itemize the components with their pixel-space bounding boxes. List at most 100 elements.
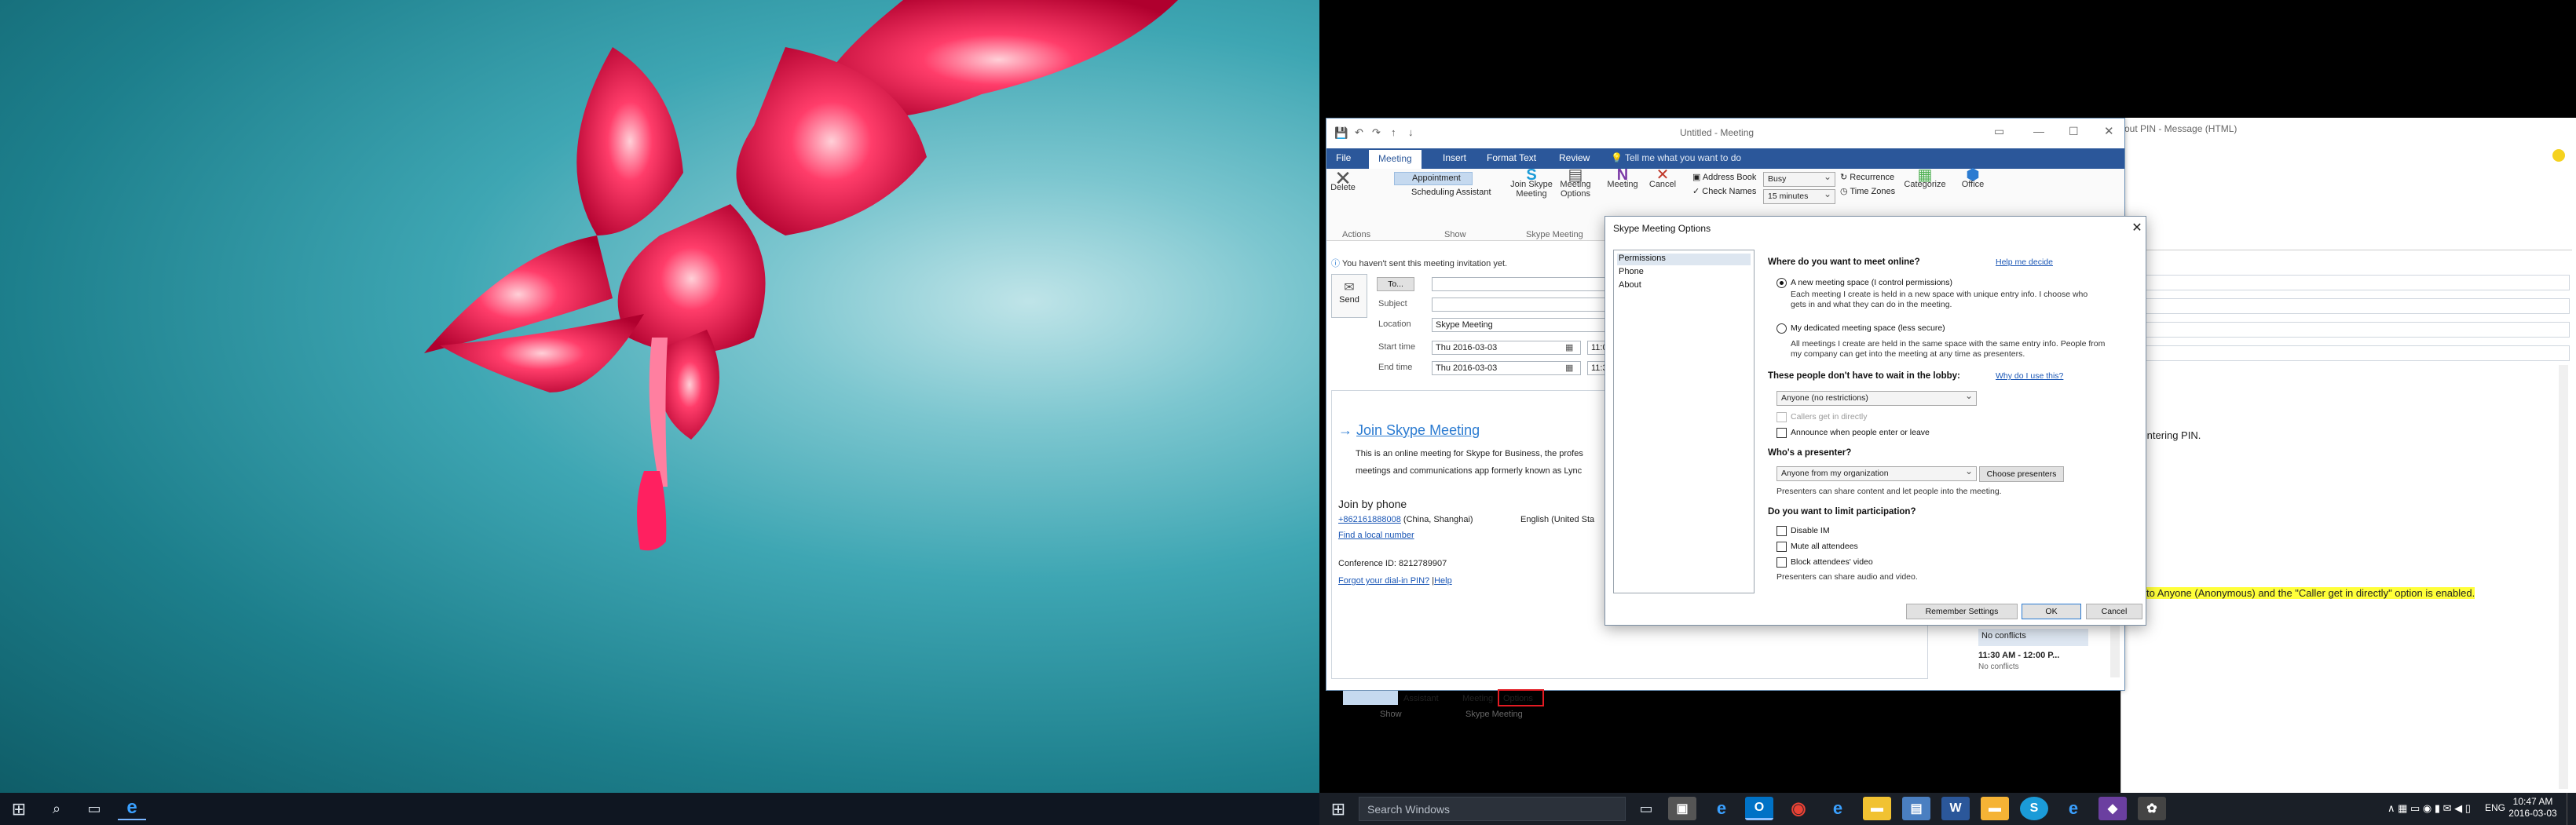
meeting-options-button[interactable]: ▤ Meeting Options (1556, 167, 1595, 199)
tell-me-input[interactable]: Tell me what you want to do (1625, 152, 1741, 163)
edge-icon[interactable]: e (2059, 797, 2088, 820)
lobby-dropdown[interactable]: Anyone (no restrictions) (1776, 390, 1977, 406)
search-input[interactable]: Search Windows (1359, 797, 1626, 821)
tab-file[interactable]: File (1336, 152, 1351, 163)
nav-phone[interactable]: Phone (1617, 267, 1751, 279)
message-field[interactable] (2130, 298, 2570, 314)
delete-button[interactable]: ✕ Delete (1330, 168, 1356, 192)
search-icon[interactable]: ⌕ (38, 793, 75, 825)
send-button[interactable]: ✉ Send (1331, 274, 1367, 318)
recurrence-button[interactable]: ↻ Recurrence (1840, 172, 1894, 182)
subject-field[interactable] (1432, 298, 1620, 312)
windows-start-icon[interactable]: ⊞ (1319, 793, 1357, 825)
scheduling-assistant-fragment[interactable]: Assistant (1403, 694, 1439, 703)
tab-format-text[interactable]: Format Text (1487, 152, 1536, 163)
cancel-meeting-button[interactable]: ✕ Cancel (1644, 167, 1681, 189)
message-field[interactable] (2130, 275, 2570, 290)
tab-meeting[interactable]: Meeting (1369, 150, 1422, 169)
down-arrow-icon[interactable]: ↓ (1408, 126, 1414, 138)
address-book-button[interactable]: ▣ Address Book (1692, 172, 1756, 182)
task-view-icon[interactable]: ▭ (1627, 793, 1665, 825)
minimize-icon[interactable]: — (2033, 125, 2044, 137)
word-icon[interactable]: W (1941, 797, 1970, 820)
tab-review[interactable]: Review (1559, 152, 1590, 163)
outlook-icon[interactable]: O (1745, 797, 1773, 820)
message-field[interactable] (2130, 345, 2570, 361)
find-local-number-link[interactable]: Find a local number (1338, 531, 1414, 540)
edge-icon[interactable]: e (118, 797, 146, 820)
block-video-checkbox[interactable] (1776, 557, 1787, 568)
categorize-button[interactable]: ▦ Categorize (1903, 167, 1947, 189)
start-date-field[interactable]: Thu 2016-03-03 (1432, 341, 1581, 355)
time-zones-button[interactable]: ◷ Time Zones (1840, 186, 1895, 196)
save-icon[interactable]: 💾 (1334, 126, 1348, 140)
tray-icons[interactable]: ∧ ▦ ▭ ◉ ▮ ✉ ◀ ▯ (2388, 802, 2471, 815)
mute-all-checkbox[interactable] (1776, 542, 1787, 552)
meeting-fragment[interactable]: Meeting (1462, 694, 1493, 703)
remember-settings-button[interactable]: Remember Settings (1906, 604, 2018, 619)
ie-icon[interactable]: e (1824, 797, 1852, 820)
join-skype-meeting-button[interactable]: S Join Skype Meeting (1509, 167, 1554, 199)
office-add-ins-button[interactable]: ⬢ Office (1955, 167, 1991, 189)
meeting-description: meetings and communications app formerly… (1356, 466, 1583, 476)
smiley-icon[interactable] (2552, 149, 2565, 162)
forgot-pin-link[interactable]: Forgot your dial-in PIN? (1338, 576, 1429, 586)
schedule-slot[interactable]: 11:30 AM - 12:00 P... (1978, 651, 2059, 660)
tab-insert[interactable]: Insert (1443, 152, 1466, 163)
reminder-dropdown[interactable]: 15 minutes (1763, 188, 1835, 204)
windows-start-icon[interactable]: ⊞ (0, 793, 38, 825)
to-field[interactable] (1432, 277, 1620, 291)
redo-icon[interactable]: ↷ (1372, 126, 1381, 139)
calendar-icon[interactable]: ▦ (1565, 342, 1573, 352)
app-icon[interactable]: ◆ (2098, 797, 2127, 820)
location-field[interactable]: Skype Meeting (1432, 318, 1620, 332)
cancel-button[interactable]: Cancel (2086, 604, 2142, 619)
help-me-decide-link[interactable]: Help me decide (1996, 257, 2053, 267)
meeting-notes-button[interactable]: N Meeting (1603, 167, 1642, 189)
join-skype-meeting-link[interactable]: → Join Skype Meeting (1338, 422, 1480, 439)
help-link[interactable]: Help (1434, 576, 1452, 586)
presenter-dropdown[interactable]: Anyone from my organization (1776, 465, 1977, 481)
why-use-this-link[interactable]: Why do I use this? (1996, 371, 2063, 381)
new-meeting-space-radio[interactable] (1776, 278, 1787, 288)
phone-number-link[interactable]: +862161888008 (1338, 515, 1401, 524)
message-field[interactable] (2130, 322, 2570, 338)
maximize-icon[interactable]: ☐ (2069, 125, 2079, 138)
scrollbar[interactable] (2559, 365, 2568, 789)
ok-button[interactable]: OK (2022, 604, 2081, 619)
highlighted-options-button[interactable]: Options (1498, 689, 1544, 706)
dedicated-space-radio[interactable] (1776, 323, 1787, 334)
folder-icon[interactable]: ▬ (1981, 797, 2009, 820)
to-button[interactable]: To... (1377, 277, 1414, 291)
show-desktop-button[interactable] (2567, 793, 2576, 825)
check-names-button[interactable]: ✓ Check Names (1692, 186, 1756, 196)
store-icon[interactable]: ▣ (1668, 797, 1696, 820)
nav-permissions[interactable]: Permissions (1617, 254, 1751, 265)
ribbon-display-icon[interactable]: ▭ (1994, 125, 2004, 138)
close-icon[interactable]: ✕ (2130, 220, 2144, 235)
appointment-button[interactable]: Appointment (1394, 172, 1473, 185)
undo-icon[interactable]: ↶ (1355, 126, 1363, 139)
presenter-value: Anyone from my organization (1781, 469, 1889, 478)
callers-direct-checkbox[interactable] (1776, 412, 1787, 422)
nav-about[interactable]: About (1617, 280, 1751, 292)
skype-icon[interactable]: S (2020, 797, 2048, 820)
app-icon[interactable]: ▤ (1902, 797, 1930, 820)
chrome-icon[interactable]: ◉ (1784, 797, 1813, 820)
file-explorer-icon[interactable]: ▬ (1863, 797, 1891, 820)
choose-presenters-button[interactable]: Choose presenters (1979, 466, 2064, 482)
announce-checkbox[interactable] (1776, 428, 1787, 438)
calendar-icon[interactable]: ▦ (1565, 363, 1573, 373)
clock[interactable]: 10:47 AM 2016-03-03 (2497, 796, 2568, 820)
new-meeting-space-desc: Each meeting I create is held in a new s… (1791, 290, 2088, 299)
show-as-dropdown[interactable]: Busy (1763, 171, 1835, 187)
edge-icon[interactable]: e (1707, 797, 1736, 820)
up-arrow-icon[interactable]: ↑ (1391, 126, 1396, 138)
app-icon[interactable]: ✿ (2138, 797, 2166, 820)
scheduling-assistant-button[interactable]: Scheduling Assistant (1394, 188, 1491, 197)
close-icon[interactable]: ✕ (2104, 124, 2114, 138)
end-date-field[interactable]: Thu 2016-03-03 (1432, 361, 1581, 375)
scrollbar[interactable] (2110, 626, 2120, 677)
disable-im-checkbox[interactable] (1776, 526, 1787, 536)
task-view-icon[interactable]: ▭ (75, 793, 113, 825)
